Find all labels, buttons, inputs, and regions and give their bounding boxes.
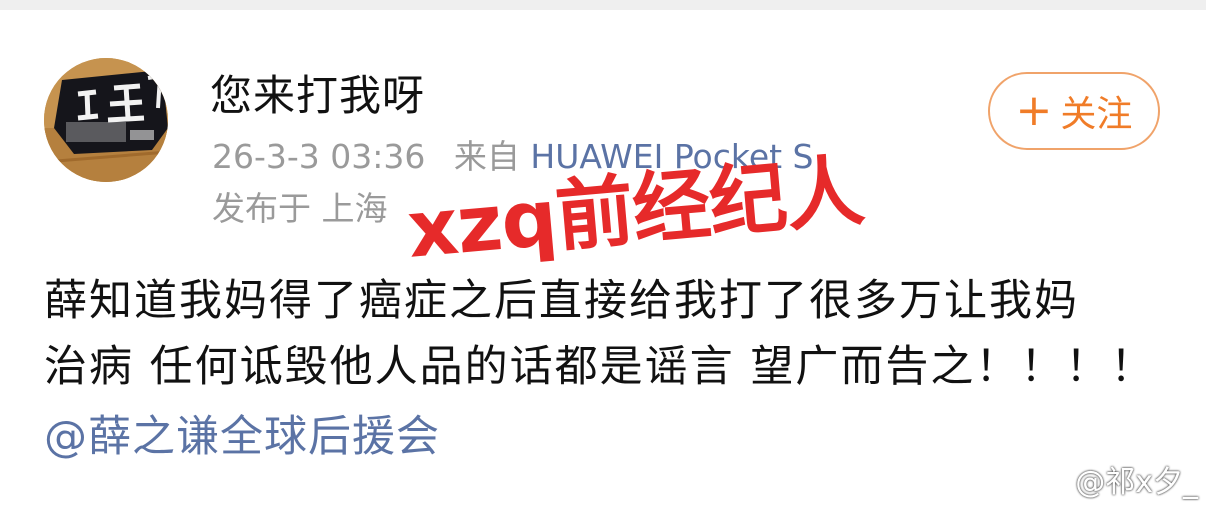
plus-icon: + xyxy=(1015,85,1053,136)
post-body: 薛知道我妈得了癌症之后直接给我打了很多万让我妈 治病 任何诋毁他人品的话都是谣言… xyxy=(44,268,1174,400)
username[interactable]: 您来打我呀 xyxy=(210,70,425,122)
post-body-line: 治病 任何诋毁他人品的话都是谣言 望广而告之！！！！ xyxy=(44,342,1156,392)
top-divider xyxy=(0,0,1206,10)
mention-link[interactable]: @薛之谦全球后援会 xyxy=(44,404,440,470)
avatar-photo-icon xyxy=(44,58,168,182)
post-location: 发布于 上海 xyxy=(212,189,388,228)
watermark: @祁x夕_ xyxy=(1031,457,1198,501)
watermark-text: @祁x夕_ xyxy=(1075,465,1198,500)
post-body-line: 薛知道我妈得了癌症之后直接给我打了很多万让我妈 xyxy=(44,276,1079,326)
follow-button[interactable]: + 关注 xyxy=(988,72,1160,150)
source-prefix: 来自 xyxy=(453,137,520,176)
weibo-icon xyxy=(1032,463,1072,495)
avatar[interactable] xyxy=(44,58,168,182)
post-timestamp: 26-3-3 03:36 xyxy=(212,137,426,176)
follow-label: 关注 xyxy=(1060,94,1133,135)
